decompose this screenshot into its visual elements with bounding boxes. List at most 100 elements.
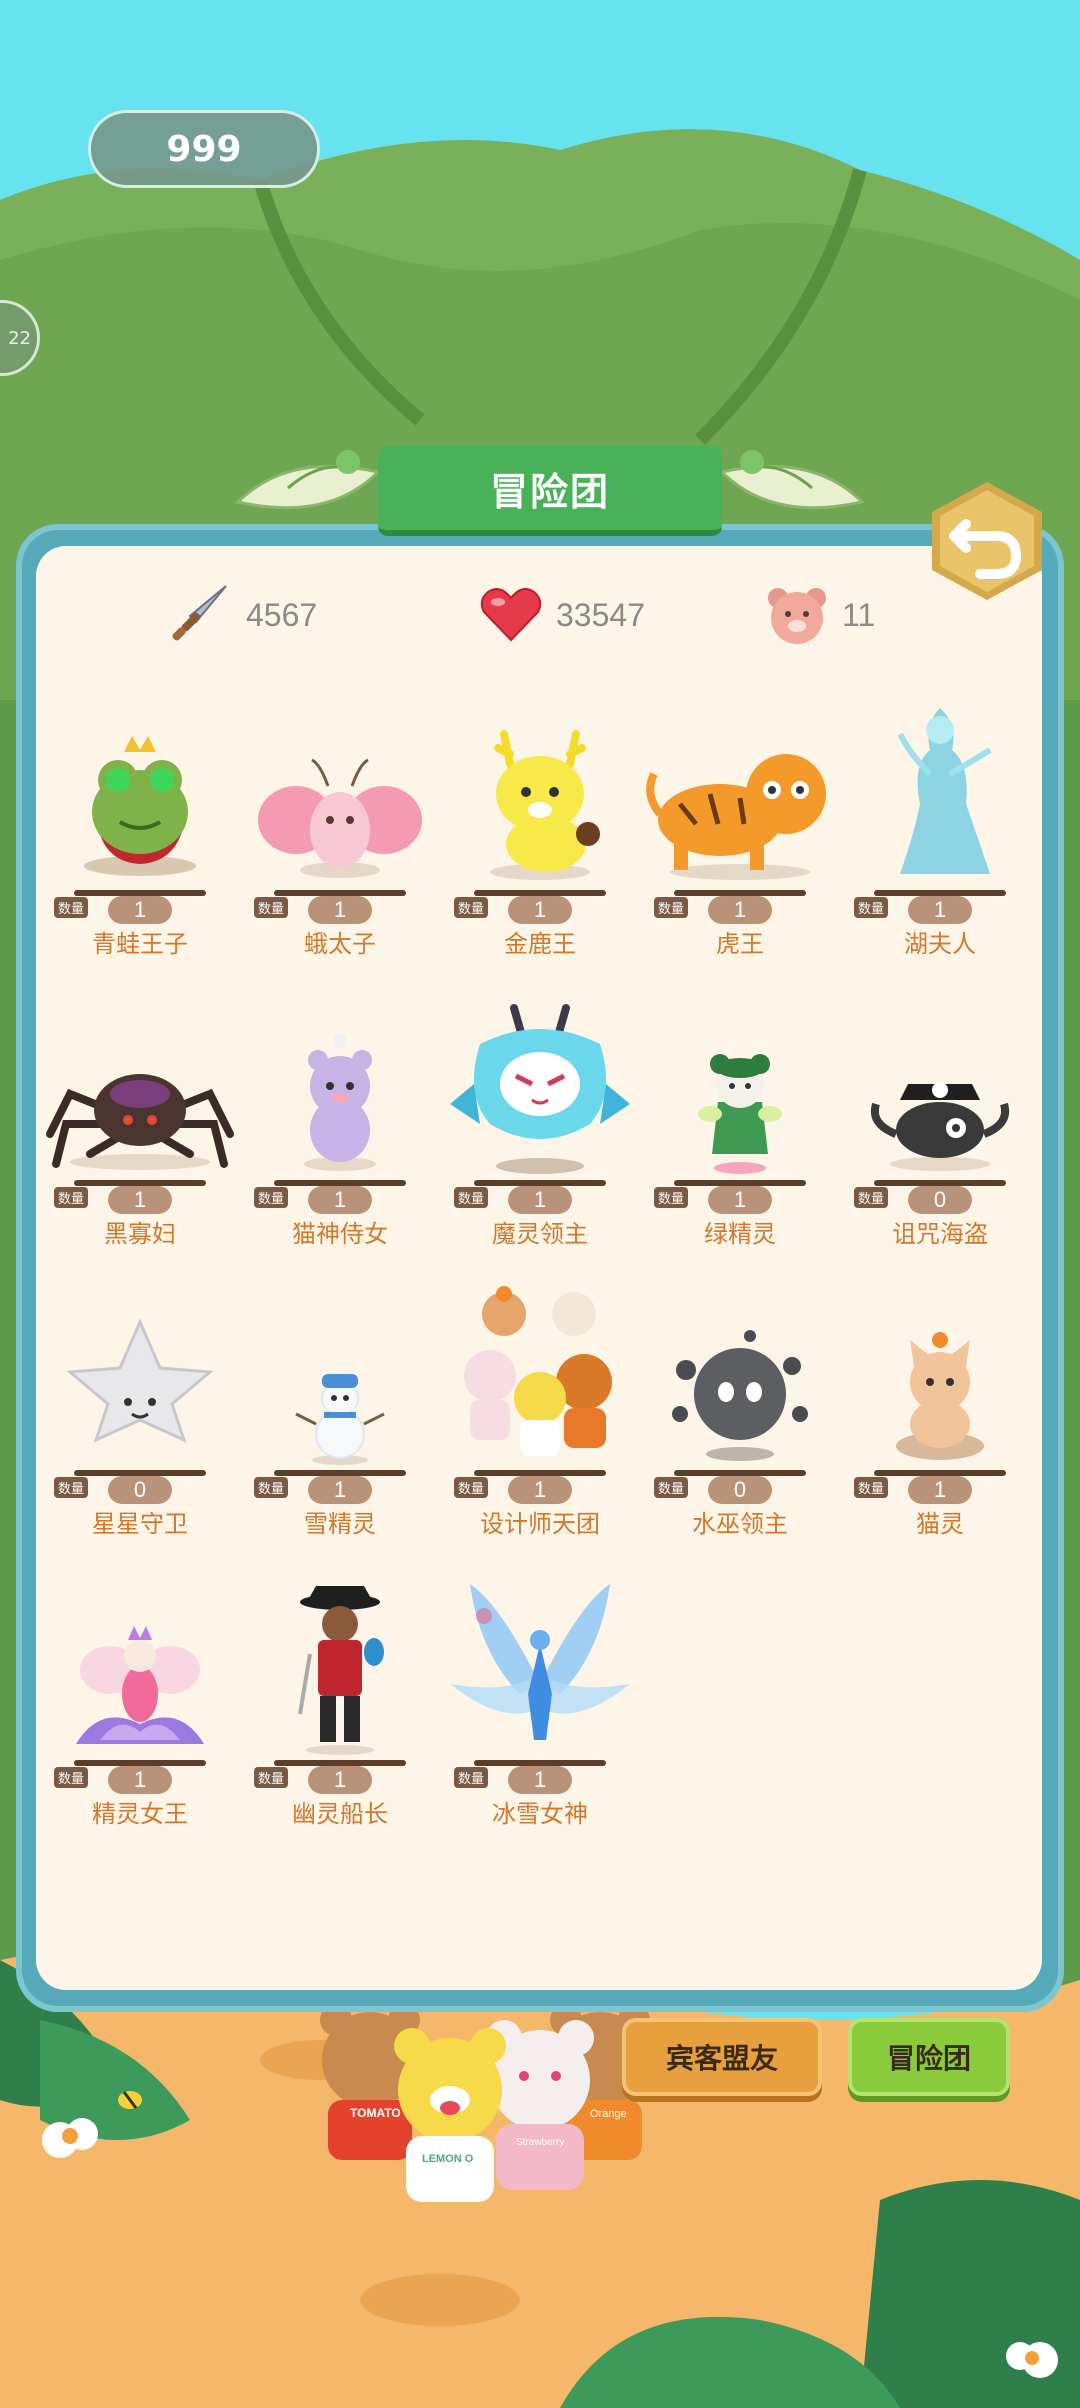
quantity-value: 1 (908, 896, 972, 924)
character-card[interactable]: 数量 0 星星守卫 (40, 1274, 240, 1544)
leaf-ornament-left (235, 450, 381, 510)
quantity-value: 0 (108, 1476, 172, 1504)
quantity-label: 数量 (854, 1187, 889, 1208)
quantity-label: 数量 (854, 897, 889, 918)
cursed-pirate-icon (871, 1082, 1009, 1171)
quantity-value: 1 (308, 1476, 372, 1504)
character-card[interactable]: 数量 1 冰雪女神 (440, 1564, 640, 1834)
character-name: 精灵女王 (92, 1800, 188, 1828)
quantity-value: 1 (108, 1186, 172, 1214)
character-name: 猫神侍女 (292, 1220, 388, 1248)
character-card[interactable]: 数量 0 水巫领主 (640, 1274, 840, 1544)
character-card[interactable]: 数量 1 蛾太子 (240, 694, 440, 964)
quantity-value: 0 (708, 1476, 772, 1504)
character-card[interactable]: 数量 0 诅咒海盗 (840, 984, 1040, 1254)
character-name: 黑寡妇 (104, 1220, 176, 1248)
demon-lord-icon (450, 1004, 630, 1174)
character-card[interactable]: 数量 1 虎王 (640, 694, 840, 964)
character-name: 星星守卫 (92, 1510, 188, 1538)
star-guard-icon (66, 1318, 214, 1443)
character-name: 虎王 (716, 930, 764, 958)
quantity-label: 数量 (54, 1187, 89, 1208)
character-card[interactable]: 数量 1 精灵女王 (40, 1564, 240, 1834)
currency-display: 999 (88, 110, 320, 188)
character-name: 绿精灵 (704, 1220, 776, 1248)
character-name: 水巫领主 (692, 1510, 788, 1538)
leaf-ornament-right (719, 450, 865, 510)
quantity-value: 1 (308, 1766, 372, 1794)
quantity-label: 数量 (454, 1477, 489, 1498)
character-card[interactable]: 数量 1 金鹿王 (440, 694, 640, 964)
back-button[interactable] (924, 478, 1050, 604)
cat-spirit-icon (896, 1332, 984, 1460)
strawberry-label: Strawberry (516, 2137, 564, 2148)
elf-queen-icon (76, 1626, 204, 1744)
attack-value: 4567 (246, 596, 318, 633)
guest-friends-button[interactable]: 宾客盟友 (622, 2018, 822, 2096)
quantity-value: 0 (908, 1186, 972, 1214)
quantity-label: 数量 (454, 1767, 489, 1788)
black-widow-icon (46, 1074, 234, 1170)
character-name: 湖夫人 (904, 930, 976, 958)
designer-team-icon (464, 1286, 612, 1456)
character-card[interactable]: 数量 1 绿精灵 (640, 984, 840, 1254)
quantity-value: 1 (308, 1186, 372, 1214)
character-name: 猫灵 (916, 1510, 964, 1538)
quantity-label: 数量 (254, 1187, 289, 1208)
quantity-label: 数量 (254, 1477, 289, 1498)
character-name: 蛾太子 (304, 930, 376, 958)
health-stat: 33547 (476, 578, 645, 652)
character-card[interactable]: 数量 1 设计师天团 (440, 1274, 640, 1544)
quantity-value: 1 (908, 1476, 972, 1504)
character-card[interactable]: 数量 1 猫神侍女 (240, 984, 440, 1254)
quantity-value: 1 (708, 896, 772, 924)
character-card[interactable]: 数量 1 猫灵 (840, 1274, 1040, 1544)
heart-icon (480, 588, 542, 642)
character-name: 金鹿王 (504, 930, 576, 958)
quantity-label: 数量 (454, 897, 489, 918)
members-stat: 11 (762, 578, 875, 652)
character-name: 冰雪女神 (492, 1800, 588, 1828)
bears-decoration: TOMATO Orange Strawberry LEMON O (320, 2010, 650, 2202)
quantity-value: 1 (108, 1766, 172, 1794)
snow-elf-icon (295, 1374, 385, 1465)
bear-face-icon (768, 588, 826, 644)
quantity-value: 1 (508, 1476, 572, 1504)
ice-goddess-icon (450, 1584, 630, 1740)
panel-title: 冒险团 (378, 446, 722, 536)
character-card[interactable]: 数量 1 湖夫人 (840, 694, 1040, 964)
quantity-value: 1 (508, 1766, 572, 1794)
frog-prince-icon (84, 736, 196, 876)
character-card[interactable]: 数量 1 青蛙王子 (40, 694, 240, 964)
quantity-value: 1 (508, 896, 572, 924)
quantity-label: 数量 (54, 1477, 89, 1498)
character-name: 雪精灵 (304, 1510, 376, 1538)
character-card[interactable]: 数量 1 黑寡妇 (40, 984, 240, 1254)
character-card[interactable]: 数量 1 幽灵船长 (240, 1564, 440, 1834)
quantity-label: 数量 (654, 897, 689, 918)
character-card[interactable]: 数量 1 雪精灵 (240, 1274, 440, 1544)
quantity-label: 数量 (654, 1187, 689, 1208)
character-name: 设计师天团 (480, 1510, 600, 1538)
quantity-value: 1 (108, 896, 172, 924)
quantity-label: 数量 (854, 1477, 889, 1498)
quantity-label: 数量 (654, 1477, 689, 1498)
golden-deer-icon (490, 730, 600, 880)
water-witch-lord-icon (672, 1330, 808, 1461)
quantity-value: 1 (508, 1186, 572, 1214)
quantity-label: 数量 (254, 1767, 289, 1788)
lemon-label: LEMON O (422, 2153, 474, 2165)
quantity-label: 数量 (54, 1767, 89, 1788)
character-name: 青蛙王子 (92, 930, 188, 958)
quantity-label: 数量 (254, 897, 289, 918)
health-value: 33547 (556, 596, 645, 633)
quantity-value: 1 (308, 896, 372, 924)
character-name: 幽灵船长 (292, 1800, 388, 1828)
sword-icon (172, 585, 227, 641)
orange-label: Orange (590, 2108, 627, 2120)
character-card[interactable]: 数量 1 魔灵领主 (440, 984, 640, 1254)
quantity-value: 1 (708, 1186, 772, 1214)
quantity-label: 数量 (54, 897, 89, 918)
adventure-team-button[interactable]: 冒险团 (848, 2018, 1010, 2096)
character-name: 魔灵领主 (492, 1220, 588, 1248)
